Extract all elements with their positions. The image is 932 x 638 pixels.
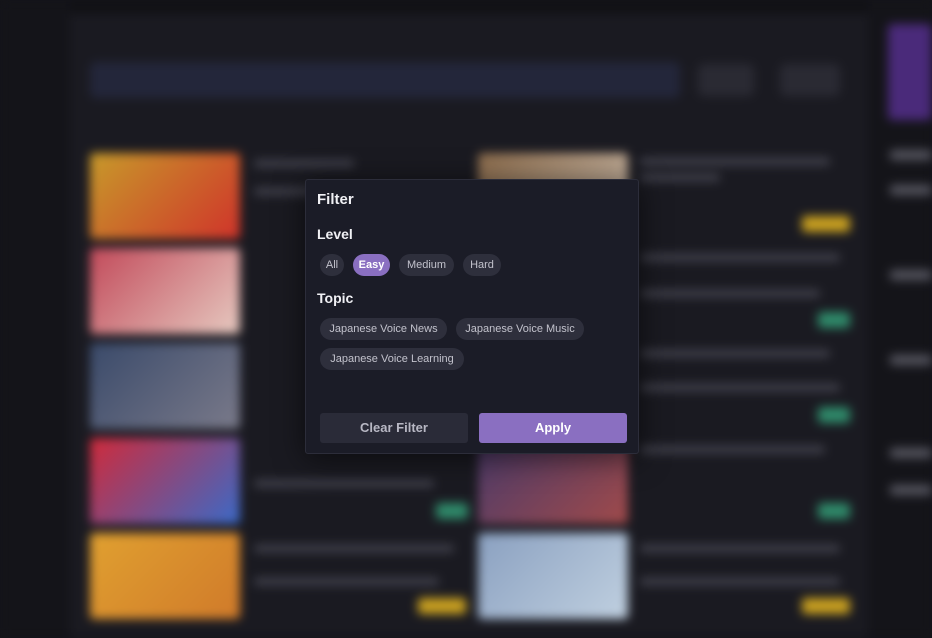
text-line <box>640 578 840 585</box>
text-line <box>640 174 720 181</box>
text-line <box>890 185 932 195</box>
text-line <box>254 545 454 552</box>
left-sidebar <box>0 0 70 638</box>
level-badge <box>818 312 850 328</box>
text-line <box>254 160 354 167</box>
text-line <box>254 578 439 585</box>
level-badge <box>418 598 466 614</box>
side-thumbnail <box>888 24 932 120</box>
video-thumbnail <box>90 533 240 619</box>
top-bar <box>0 0 932 14</box>
text-line <box>890 485 932 495</box>
level-chip-hard[interactable]: Hard <box>463 254 501 276</box>
video-thumbnail <box>90 438 240 524</box>
level-badge <box>818 503 850 519</box>
level-chip-medium[interactable]: Medium <box>399 254 454 276</box>
video-thumbnail <box>90 248 240 334</box>
topic-chip-learning[interactable]: Japanese Voice Learning <box>320 348 464 370</box>
text-line <box>890 150 932 160</box>
level-badge <box>818 407 850 423</box>
text-line <box>640 446 825 453</box>
text-line <box>640 350 830 357</box>
video-thumbnail <box>90 343 240 429</box>
video-thumbnail <box>478 533 628 619</box>
level-badge <box>802 598 850 614</box>
topic-chip-music[interactable]: Japanese Voice Music <box>456 318 584 340</box>
video-thumbnail <box>90 153 240 239</box>
topic-section-label: Topic <box>317 290 354 306</box>
text-line <box>640 290 820 297</box>
apply-button[interactable]: Apply <box>479 413 627 443</box>
view-select <box>780 64 840 96</box>
topic-chip-news[interactable]: Japanese Voice News <box>320 318 447 340</box>
search-bar <box>90 62 680 98</box>
sort-select <box>698 64 754 96</box>
text-line <box>640 158 830 165</box>
clear-filter-button[interactable]: Clear Filter <box>320 413 468 443</box>
text-line <box>254 480 434 487</box>
filter-modal: Filter Level All Easy Medium Hard Topic … <box>305 179 639 454</box>
level-section-label: Level <box>317 226 353 242</box>
text-line <box>890 448 932 458</box>
level-chip-all[interactable]: All <box>320 254 344 276</box>
text-line <box>890 270 932 280</box>
text-line <box>890 355 932 365</box>
text-line <box>640 545 840 552</box>
text-line <box>640 384 840 391</box>
level-badge <box>436 503 468 519</box>
level-badge <box>802 216 850 232</box>
level-chip-easy[interactable]: Easy <box>353 254 390 276</box>
text-line <box>640 254 840 261</box>
modal-title: Filter <box>317 191 354 208</box>
